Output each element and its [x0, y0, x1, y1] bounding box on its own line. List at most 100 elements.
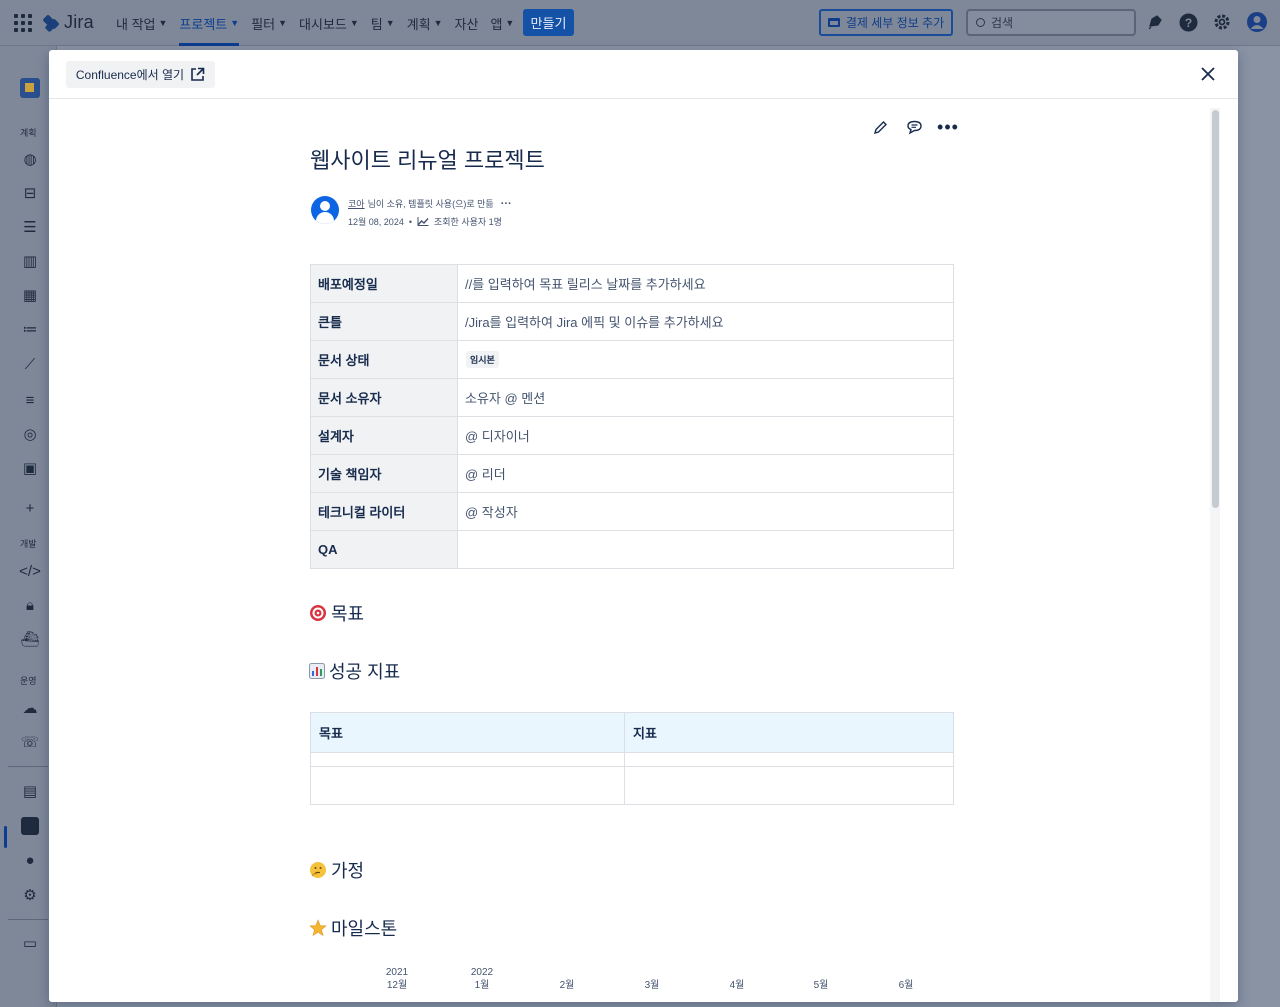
- bar-chart-icon: [309, 663, 325, 679]
- thinking-face-icon: [310, 862, 326, 878]
- chevron-down-icon: ▼: [433, 18, 443, 28]
- timeline-icon[interactable]: ⊟: [18, 181, 42, 205]
- profile-icon[interactable]: [1247, 12, 1267, 32]
- heading-assumptions: 가정: [309, 857, 364, 883]
- list-icon[interactable]: ≔: [18, 317, 42, 341]
- property-value[interactable]: @ 작성자: [457, 492, 954, 531]
- shield-app-icon[interactable]: [18, 814, 42, 838]
- sidebar-divider: [8, 766, 48, 767]
- timeline-label: 6월: [886, 979, 926, 992]
- metrics-table: 목표 지표: [310, 712, 954, 805]
- add-payment-details-button[interactable]: 결제 세부 정보 추가: [819, 9, 953, 36]
- app-name: Jira: [64, 12, 94, 32]
- search-icon: [976, 18, 985, 27]
- timeline-label: 2021 12월: [377, 966, 417, 992]
- table-cell[interactable]: [310, 752, 625, 767]
- nav-item-label: 필터: [251, 16, 276, 32]
- deployments-icon[interactable]: ⛴︎: [18, 627, 42, 651]
- timeline-year: 2021: [385, 967, 409, 978]
- nav-item-assets[interactable]: 자산: [449, 0, 485, 46]
- on-call-icon[interactable]: ☏: [18, 730, 42, 754]
- close-icon: [1201, 67, 1215, 81]
- byline-text: 님이 소유, 템플릿 사용(으)로 만듦: [367, 199, 494, 209]
- nav-item-label: 내 작업: [116, 16, 156, 32]
- nav-item-label: 계획: [406, 16, 431, 32]
- table-row: [310, 766, 954, 805]
- reports-icon[interactable]: ⟋: [18, 352, 42, 376]
- property-value[interactable]: /Jira를 입력하여 Jira 에픽 및 이슈를 추가하세요: [457, 302, 954, 341]
- avatar[interactable]: [311, 196, 339, 224]
- table-cell[interactable]: [624, 766, 954, 805]
- table-cell[interactable]: [624, 752, 954, 767]
- edit-pencil-icon[interactable]: [869, 116, 891, 138]
- security-icon[interactable]: 🔒︎: [18, 593, 42, 617]
- chevron-down-icon: ▼: [158, 18, 168, 28]
- property-key: 큰틀: [310, 302, 458, 341]
- sidebar-divider: [8, 919, 48, 920]
- summary-icon[interactable]: ▣: [18, 456, 42, 480]
- author-link[interactable]: 코아: [348, 197, 365, 210]
- open-in-confluence-button[interactable]: Confluence에서 열기: [66, 61, 215, 88]
- sidebar-section-ops: 운영: [20, 676, 37, 686]
- project-settings-icon[interactable]: ⚙︎: [18, 883, 42, 907]
- table-cell[interactable]: [310, 766, 625, 805]
- scrollbar-thumb[interactable]: [1212, 110, 1219, 508]
- app-switcher-icon[interactable]: [14, 14, 32, 32]
- close-button[interactable]: [1197, 64, 1219, 86]
- sidebar-section-plan: 계획: [20, 128, 37, 138]
- globe-icon[interactable]: ◍: [18, 147, 42, 171]
- pages-icon[interactable]: ▤: [18, 779, 42, 803]
- nav-item-projects[interactable]: 프로젝트 ▼: [173, 0, 245, 46]
- cloud-upload-icon[interactable]: ☁︎: [18, 696, 42, 720]
- nav-item-plans[interactable]: 계획 ▼: [401, 0, 449, 46]
- heading-label: 마일스톤: [331, 919, 398, 939]
- property-key: 배포예정일: [310, 264, 458, 303]
- code-icon[interactable]: </>: [18, 559, 42, 583]
- dot-separator: •: [408, 216, 412, 227]
- backlog-icon[interactable]: ☰: [18, 215, 42, 239]
- settings-icon[interactable]: [1212, 12, 1232, 32]
- property-value[interactable]: [457, 530, 954, 569]
- property-value[interactable]: 임시본: [457, 340, 954, 379]
- app-icon[interactable]: ●: [18, 848, 42, 872]
- goals-icon[interactable]: ◎: [18, 422, 42, 446]
- nav-item-filters[interactable]: 필터 ▼: [245, 0, 293, 46]
- nav-item-apps[interactable]: 앱 ▼: [484, 0, 520, 46]
- byline-more-icon[interactable]: ···: [501, 198, 512, 210]
- property-key: 설계자: [310, 416, 458, 455]
- board-icon[interactable]: ▥: [18, 249, 42, 273]
- calendar-icon[interactable]: ▦: [18, 283, 42, 307]
- chevron-down-icon: ▼: [349, 18, 359, 28]
- archive-icon[interactable]: ▭: [18, 931, 42, 955]
- releases-icon[interactable]: ≡: [18, 388, 42, 412]
- property-key: 문서 상태: [310, 340, 458, 379]
- table-row: 큰틀/Jira를 입력하여 Jira 에픽 및 이슈를 추가하세요: [310, 302, 954, 341]
- more-actions-icon[interactable]: •••: [937, 116, 959, 138]
- nav-item-label: 프로젝트: [179, 16, 228, 32]
- chevron-down-icon: ▼: [230, 18, 240, 28]
- property-value[interactable]: //를 입력하여 목표 릴리스 날짜를 추가하세요: [457, 264, 954, 303]
- property-value[interactable]: 소유자 @ 멘션: [457, 378, 954, 417]
- nav-item-teams[interactable]: 팀 ▼: [365, 0, 401, 46]
- add-icon[interactable]: +: [18, 496, 42, 520]
- page-title: 웹사이트 리뉴얼 프로젝트: [310, 148, 545, 173]
- status-badge[interactable]: 임시본: [466, 351, 499, 368]
- property-value[interactable]: @ 리더: [457, 454, 954, 493]
- chevron-down-icon: ▼: [505, 18, 515, 28]
- heading-label: 성공 지표: [329, 662, 401, 682]
- view-count[interactable]: 조회한 사용자 1명: [434, 215, 502, 228]
- search-input[interactable]: 검색: [966, 9, 1136, 36]
- help-icon[interactable]: ?: [1178, 12, 1198, 32]
- notifications-icon[interactable]: [1145, 12, 1165, 32]
- comment-icon[interactable]: [903, 116, 925, 138]
- property-key: 기술 책임자: [310, 454, 458, 493]
- search-placeholder: 검색: [991, 16, 1014, 30]
- nav-item-dashboards[interactable]: 대시보드 ▼: [293, 0, 365, 46]
- jira-logo[interactable]: Jira: [42, 12, 94, 33]
- property-key: 테크니컬 라이터: [310, 492, 458, 531]
- sidebar-section-dev: 개발: [20, 539, 37, 549]
- nav-item-my-work[interactable]: 내 작업 ▼: [110, 0, 173, 46]
- property-value[interactable]: @ 디자이너: [457, 416, 954, 455]
- project-avatar-icon[interactable]: [18, 76, 42, 100]
- create-button[interactable]: 만들기: [523, 9, 574, 36]
